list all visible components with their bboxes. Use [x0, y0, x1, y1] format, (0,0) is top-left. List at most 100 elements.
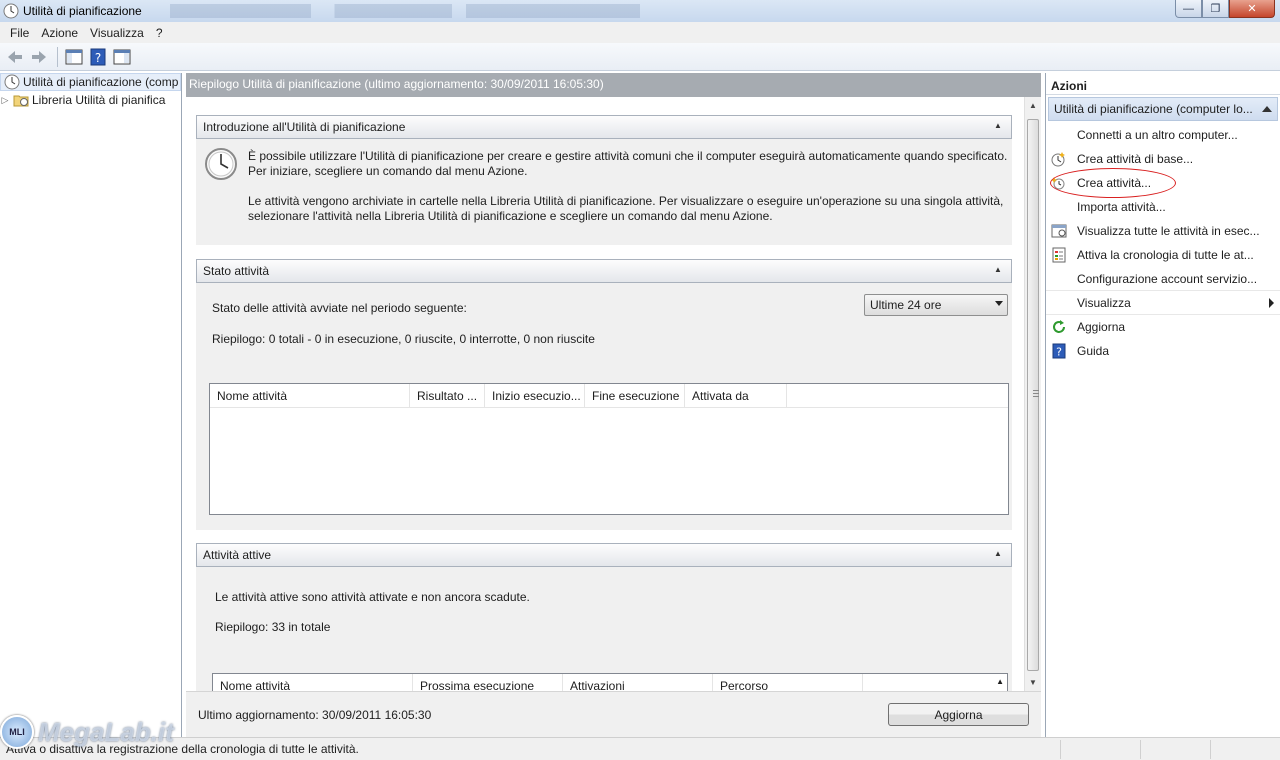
refresh-button[interactable]: Aggiorna: [888, 703, 1029, 726]
chevron-down-icon: [995, 301, 1003, 306]
summary-footer: Ultimo aggiornamento: 30/09/2011 16:05:3…: [186, 691, 1041, 737]
column-header[interactable]: Inizio esecuzio...: [485, 384, 585, 407]
clock-icon: [4, 74, 20, 90]
period-dropdown[interactable]: Ultime 24 ore: [864, 294, 1008, 316]
maximize-button[interactable]: ❐: [1202, 0, 1229, 18]
help-icon[interactable]: ?: [87, 46, 109, 68]
actions-group-label: Utilità di pianificazione (computer lo..…: [1054, 102, 1253, 116]
status-summary: Riepilogo: 0 totali - 0 in esecuzione, 0…: [212, 332, 595, 346]
status-bar: Attiva o disattiva la registrazione dell…: [0, 737, 1280, 760]
close-button[interactable]: ✕: [1229, 0, 1275, 18]
window-title: Utilità di pianificazione: [23, 4, 142, 18]
scroll-up-icon[interactable]: ▲: [1025, 97, 1041, 114]
summary-scroll-area: Introduzione all'Utilità di pianificazio…: [186, 97, 1024, 691]
show-hide-console-tree-icon[interactable]: [63, 46, 85, 68]
intro-section-header[interactable]: Introduzione all'Utilità di pianificazio…: [196, 115, 1012, 139]
tree-item-root[interactable]: Utilità di pianificazione (comp: [0, 73, 181, 91]
toolbar: ?: [0, 43, 1280, 71]
last-update-label: Ultimo aggiornamento: 30/09/2011 16:05:3…: [198, 708, 432, 722]
grid-header: Nome attività Prossima esecuzione Attiva…: [213, 674, 1007, 691]
background-taskbar-ghost: [169, 4, 640, 18]
action-view-running-tasks[interactable]: Visualizza tutte le attività in esec...: [1046, 219, 1280, 243]
title-bar: Utilità di pianificazione — ❐ ✕: [0, 0, 1280, 22]
scroll-up-icon[interactable]: ▲: [996, 677, 1004, 686]
active-tasks-section-header[interactable]: Attività attive ▲: [196, 543, 1012, 567]
watermark-text: MegaLab.it: [38, 716, 174, 747]
menu-bar: File Azione Visualizza ?: [0, 22, 1280, 43]
task-status-title: Stato attività: [203, 264, 270, 278]
history-icon: [1050, 246, 1068, 264]
minimize-button[interactable]: —: [1175, 0, 1202, 18]
action-service-account-config[interactable]: Configurazione account servizio...: [1046, 267, 1280, 291]
menu-file[interactable]: File: [4, 24, 35, 42]
column-header[interactable]: Attivazioni: [563, 674, 713, 691]
clock-icon: [3, 3, 19, 19]
action-enable-history[interactable]: Attiva la cronologia di tutte le at...: [1046, 243, 1280, 267]
tree-item-library[interactable]: ▷ Libreria Utilità di pianifica: [0, 91, 181, 109]
column-header[interactable]: Fine esecuzione: [585, 384, 685, 407]
column-header[interactable]: Nome attività: [210, 384, 410, 407]
scroll-down-icon[interactable]: ▼: [1025, 674, 1041, 691]
action-label: Connetti a un altro computer...: [1077, 128, 1238, 142]
collapse-icon[interactable]: ▲: [991, 119, 1005, 133]
action-import-task[interactable]: Importa attività...: [1046, 195, 1280, 219]
column-header[interactable]: Percorso: [713, 674, 863, 691]
refresh-icon: [1050, 318, 1068, 336]
create-basic-task-icon: [1050, 150, 1068, 168]
expand-arrow-icon[interactable]: ▷: [0, 95, 10, 106]
intro-paragraph-2: Le attività vengono archiviate in cartel…: [248, 194, 1004, 223]
menu-azione[interactable]: Azione: [35, 24, 84, 42]
action-label: Visualizza: [1077, 295, 1131, 310]
actions-pane: Azioni Utilità di pianificazione (comput…: [1045, 73, 1280, 737]
watermark-badge: MLI: [0, 715, 34, 749]
intro-section-title: Introduzione all'Utilità di pianificazio…: [203, 120, 406, 134]
forward-arrow-icon[interactable]: [28, 46, 50, 68]
active-tasks-summary: Riepilogo: 33 in totale: [215, 620, 331, 634]
menu-visualizza[interactable]: Visualizza: [84, 24, 150, 42]
actions-title: Azioni: [1046, 73, 1280, 95]
column-header[interactable]: Attivata da: [685, 384, 787, 407]
task-status-section: Stato attività ▲ Stato delle attività av…: [196, 259, 1012, 530]
period-dropdown-value: Ultime 24 ore: [870, 298, 942, 312]
folder-clock-icon: [13, 95, 29, 107]
actions-group-header[interactable]: Utilità di pianificazione (computer lo..…: [1048, 97, 1278, 121]
annotation-ellipse: [1050, 168, 1176, 198]
status-bar-divider: [1060, 740, 1061, 759]
toolbar-separator: [57, 46, 58, 67]
action-help[interactable]: ? Guida: [1046, 339, 1280, 363]
column-header[interactable]: Risultato ...: [410, 384, 485, 407]
active-tasks-section: Attività attive ▲ Le attività attive son…: [196, 543, 1012, 691]
menu-help[interactable]: ?: [150, 24, 169, 42]
action-create-basic-task[interactable]: Crea attività di base...: [1046, 147, 1280, 171]
show-hide-action-pane-icon[interactable]: [111, 46, 133, 68]
action-connect[interactable]: Connetti a un altro computer...: [1046, 123, 1280, 147]
scrollbar-thumb[interactable]: [1027, 119, 1039, 671]
tree-item-root-label: Utilità di pianificazione (comp: [23, 75, 179, 89]
action-label: Attiva la cronologia di tutte le at...: [1077, 248, 1254, 262]
column-header[interactable]: Prossima esecuzione: [413, 674, 563, 691]
task-status-grid[interactable]: Nome attività Risultato ... Inizio esecu…: [209, 383, 1009, 515]
summary-pane: Riepilogo Utilità di pianificazione (ult…: [186, 73, 1041, 737]
action-view-submenu[interactable]: Visualizza: [1046, 291, 1280, 315]
action-label: Visualizza tutte le attività in esec...: [1077, 224, 1260, 238]
grid-header: Nome attività Risultato ... Inizio esecu…: [210, 384, 1008, 408]
svg-text:?: ?: [1056, 346, 1062, 359]
tree-item-library-label: Libreria Utilità di pianifica: [32, 93, 166, 107]
running-tasks-icon: [1050, 222, 1068, 240]
collapse-icon[interactable]: [1262, 106, 1272, 112]
help-icon: ?: [1050, 342, 1068, 360]
column-header[interactable]: Nome attività: [213, 674, 413, 691]
collapse-icon[interactable]: ▲: [991, 547, 1005, 561]
task-status-section-header[interactable]: Stato attività ▲: [196, 259, 1012, 283]
active-tasks-title: Attività attive: [203, 548, 272, 562]
vertical-scrollbar[interactable]: ▲ ▼: [1024, 97, 1041, 691]
watermark: MLI MegaLab.it: [0, 712, 180, 752]
intro-section: Introduzione all'Utilità di pianificazio…: [196, 115, 1012, 245]
active-tasks-grid[interactable]: Nome attività Prossima esecuzione Attiva…: [212, 673, 1008, 691]
back-arrow-icon[interactable]: [4, 46, 26, 68]
large-clock-icon: [205, 148, 237, 180]
status-bar-divider: [1140, 740, 1141, 759]
collapse-icon[interactable]: ▲: [991, 263, 1005, 277]
action-refresh[interactable]: Aggiorna: [1046, 315, 1280, 339]
action-label: Crea attività di base...: [1077, 152, 1194, 166]
